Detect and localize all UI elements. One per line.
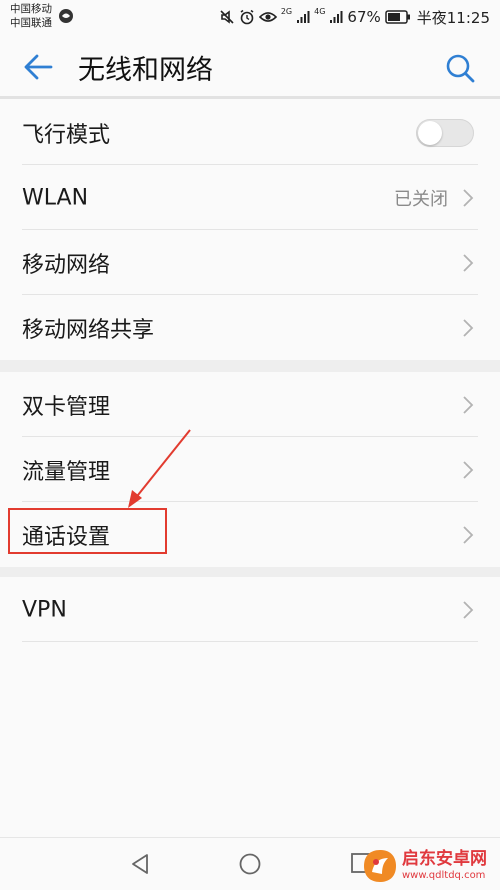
chevron-right-icon bbox=[463, 395, 474, 414]
network-2g-label: 2G bbox=[280, 6, 293, 16]
carrier-1: 中国移动 bbox=[10, 3, 52, 15]
nav-home-icon[interactable] bbox=[238, 852, 262, 876]
back-arrow-icon[interactable] bbox=[22, 52, 54, 82]
watermark-title: 启东安卓网 bbox=[402, 849, 487, 869]
network-4g-label: 4G bbox=[314, 6, 326, 16]
section-gap bbox=[0, 360, 500, 372]
alarm-icon bbox=[240, 9, 254, 25]
watermark-logo bbox=[364, 850, 396, 882]
row-label: 流量管理 bbox=[22, 459, 111, 485]
chevron-right-icon bbox=[463, 253, 474, 272]
row-airplane-mode[interactable]: 飞行模式 bbox=[0, 100, 500, 165]
row-label: 移动网络共享 bbox=[22, 317, 155, 343]
page-title: 无线和网络 bbox=[78, 55, 213, 86]
toggle-knob bbox=[418, 120, 442, 145]
app-header: 无线和网络 bbox=[0, 34, 500, 98]
status-bar: 中国移动 中国联通 2G 4G 67% 半夜11:25 bbox=[0, 0, 500, 34]
chevron-right-icon bbox=[463, 318, 474, 337]
search-icon[interactable] bbox=[444, 52, 476, 84]
row-dual-sim[interactable]: 双卡管理 bbox=[0, 372, 500, 437]
header-divider bbox=[0, 96, 500, 99]
chevron-right-icon bbox=[463, 600, 474, 619]
carrier-info: 中国移动 中国联通 bbox=[10, 2, 52, 30]
section-gap bbox=[0, 567, 500, 577]
row-label: 移动网络 bbox=[22, 252, 111, 278]
carrier-2: 中国联通 bbox=[10, 17, 52, 29]
nav-back-icon[interactable] bbox=[128, 852, 152, 876]
section-vpn: VPN bbox=[0, 577, 500, 642]
eye-comfort-icon bbox=[258, 12, 277, 22]
chevron-right-icon bbox=[463, 460, 474, 479]
wlan-status: 已关闭 bbox=[394, 188, 448, 210]
row-label: 双卡管理 bbox=[22, 394, 111, 420]
signal-2-icon bbox=[330, 11, 343, 23]
battery-percent: 67% bbox=[347, 8, 381, 26]
row-data-usage[interactable]: 流量管理 bbox=[0, 437, 500, 502]
status-icons: 2G 4G 67% 半夜11:25 bbox=[219, 7, 490, 27]
row-label: 飞行模式 bbox=[22, 122, 111, 148]
notification-icon bbox=[59, 9, 73, 23]
airplane-mode-toggle[interactable] bbox=[416, 118, 474, 147]
chevron-right-icon bbox=[463, 525, 474, 544]
clock: 半夜11:25 bbox=[416, 8, 490, 27]
divider bbox=[22, 641, 478, 642]
battery-icon bbox=[385, 10, 410, 24]
section-network: 飞行模式 WLAN 已关闭 移动网络 移动网络共享 bbox=[0, 100, 500, 360]
row-label: WLAN bbox=[22, 185, 89, 210]
row-vpn[interactable]: VPN bbox=[0, 577, 500, 642]
watermark-text: 启东安卓网 www.qdltdq.com bbox=[402, 851, 487, 881]
navigation-bar: 启东安卓网 www.qdltdq.com bbox=[0, 837, 500, 890]
chevron-right-icon bbox=[463, 188, 474, 207]
row-wlan[interactable]: WLAN 已关闭 bbox=[0, 165, 500, 230]
mute-icon bbox=[220, 10, 234, 24]
row-label: VPN bbox=[22, 597, 67, 622]
watermark: 启东安卓网 www.qdltdq.com bbox=[362, 846, 494, 886]
signal-1-icon bbox=[297, 11, 310, 23]
watermark-url: www.qdltdq.com bbox=[402, 870, 486, 881]
highlight-box bbox=[8, 508, 167, 554]
row-tethering[interactable]: 移动网络共享 bbox=[0, 295, 500, 360]
row-mobile-network[interactable]: 移动网络 bbox=[0, 230, 500, 295]
